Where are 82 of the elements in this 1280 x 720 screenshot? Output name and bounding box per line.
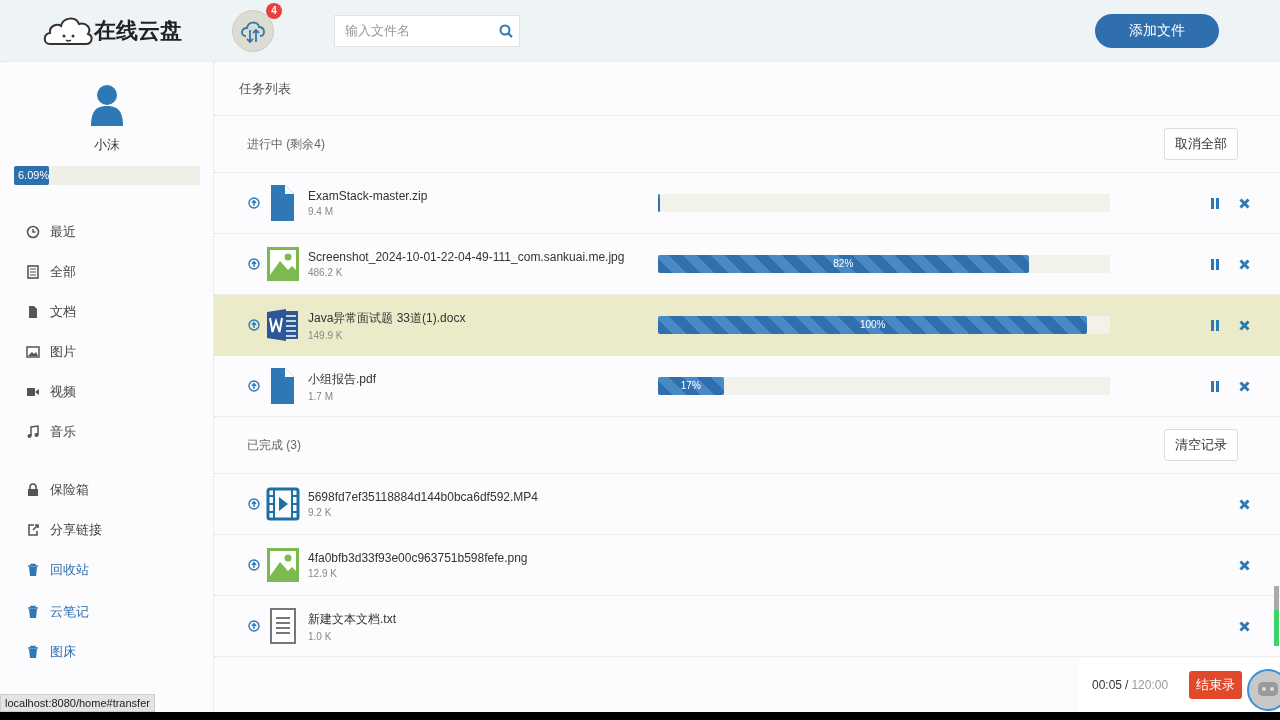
lock-icon — [26, 483, 40, 497]
pause-icon[interactable] — [1211, 380, 1219, 392]
upload-icon — [248, 380, 260, 392]
file-name: 5698fd7ef35118884d144b0bca6df592.MP4 — [308, 490, 539, 504]
clear-history-button[interactable]: 清空记录 — [1164, 429, 1238, 461]
pause-icon[interactable] — [1211, 258, 1219, 270]
nav-item[interactable]: 全部 — [0, 262, 213, 282]
add-file-button[interactable]: 添加文件 — [1095, 13, 1219, 48]
image-file-icon — [266, 246, 300, 282]
logo-text: 在线云盘 — [94, 16, 182, 45]
image-file-icon — [266, 547, 300, 583]
status-url: localhost:8080/home#transfer — [0, 694, 155, 712]
close-icon[interactable] — [1239, 197, 1250, 209]
cancel-all-button[interactable]: 取消全部 — [1164, 128, 1238, 160]
time-separator: / — [1125, 678, 1129, 692]
close-icon[interactable] — [1239, 380, 1250, 392]
upload-icon — [248, 498, 260, 510]
file-size: 9.4 M — [308, 206, 334, 217]
upload-icon — [248, 620, 260, 632]
task-row[interactable]: Java异常面试题 33道(1).docx 149.9 K 100% — [214, 295, 1280, 356]
upload-icon — [248, 319, 260, 331]
user-name: 小沫 — [93, 136, 120, 154]
file-name: Screenshot_2024-10-01-22-04-49-111_com.sankuai.me.jpg — [308, 250, 626, 264]
file-size: 1.7 M — [308, 390, 334, 402]
stop-recording-button[interactable]: 结束录 — [1189, 671, 1243, 699]
music-icon — [26, 425, 40, 439]
upload-icon — [248, 559, 260, 571]
nav-item[interactable]: 分享链接 — [0, 520, 213, 540]
assistant-avatar-icon[interactable] — [1246, 668, 1280, 712]
list-icon — [26, 265, 40, 279]
nav-item[interactable]: 云笔记 — [0, 602, 213, 622]
pause-icon[interactable] — [1211, 197, 1219, 209]
upload-icon — [248, 197, 260, 209]
progress-percent: 82% — [833, 258, 854, 269]
trash-icon — [26, 605, 40, 619]
close-icon[interactable] — [1239, 319, 1250, 331]
storage-percent: 6.09% — [18, 169, 50, 181]
section-heading: 进行中 (剩余4) — [247, 135, 326, 153]
close-icon[interactable] — [1239, 559, 1250, 571]
search-field[interactable]: 输入文件名 — [334, 14, 520, 47]
file-size: 149.9 K — [308, 329, 344, 341]
video-icon — [26, 385, 40, 399]
file-size: 9.2 K — [308, 507, 333, 518]
close-icon[interactable] — [1239, 620, 1250, 632]
close-icon[interactable] — [1239, 498, 1250, 510]
image-icon — [26, 345, 40, 359]
elapsed-time: 00:05 — [1092, 678, 1123, 692]
trash-icon — [26, 645, 40, 659]
time-limit: 120:00 — [1131, 678, 1169, 692]
progress-percent: 17% — [680, 380, 701, 391]
clock-icon — [26, 225, 40, 239]
section-heading: 已完成 (3) — [247, 436, 302, 454]
nav-item[interactable]: 最近 — [0, 222, 213, 242]
page-title: 任务列表 — [214, 62, 1280, 116]
pause-icon[interactable] — [1211, 319, 1219, 331]
file-size: 486.2 K — [308, 267, 344, 278]
file-name: 新建文本文档.txt — [308, 610, 397, 628]
scrollbar-thumb[interactable] — [1274, 586, 1279, 646]
file-name: ExamStack-master.zip — [308, 189, 429, 203]
share-icon — [26, 523, 40, 537]
file-name: 小组报告.pdf — [308, 370, 377, 388]
nav-item[interactable]: 视频 — [0, 382, 213, 402]
video-file-icon — [266, 486, 300, 522]
file-size: 12.9 K — [308, 568, 338, 579]
word-document-icon — [266, 307, 300, 343]
doc-icon — [26, 305, 40, 319]
nav-item[interactable]: 保险箱 — [0, 480, 213, 500]
file-name: 4fa0bfb3d33f93e00c963751b598fefe.png — [308, 551, 529, 565]
nav-item[interactable]: 文档 — [0, 302, 213, 322]
trash-icon — [26, 563, 40, 577]
nav-item[interactable]: 图片 — [0, 342, 213, 362]
nav-item[interactable]: 音乐 — [0, 422, 213, 442]
user-avatar-icon — [88, 84, 125, 126]
search-icon[interactable] — [499, 23, 513, 38]
nav-item[interactable]: 回收站 — [0, 560, 213, 580]
file-name: Java异常面试题 33道(1).docx — [308, 309, 467, 327]
nav-item[interactable]: 图床 — [0, 642, 213, 662]
count-badge: 4 — [266, 2, 282, 19]
upload-icon — [248, 258, 260, 270]
file-size: 1.0 K — [308, 630, 333, 642]
progress-percent: 100% — [859, 319, 886, 330]
close-icon[interactable] — [1239, 258, 1250, 270]
